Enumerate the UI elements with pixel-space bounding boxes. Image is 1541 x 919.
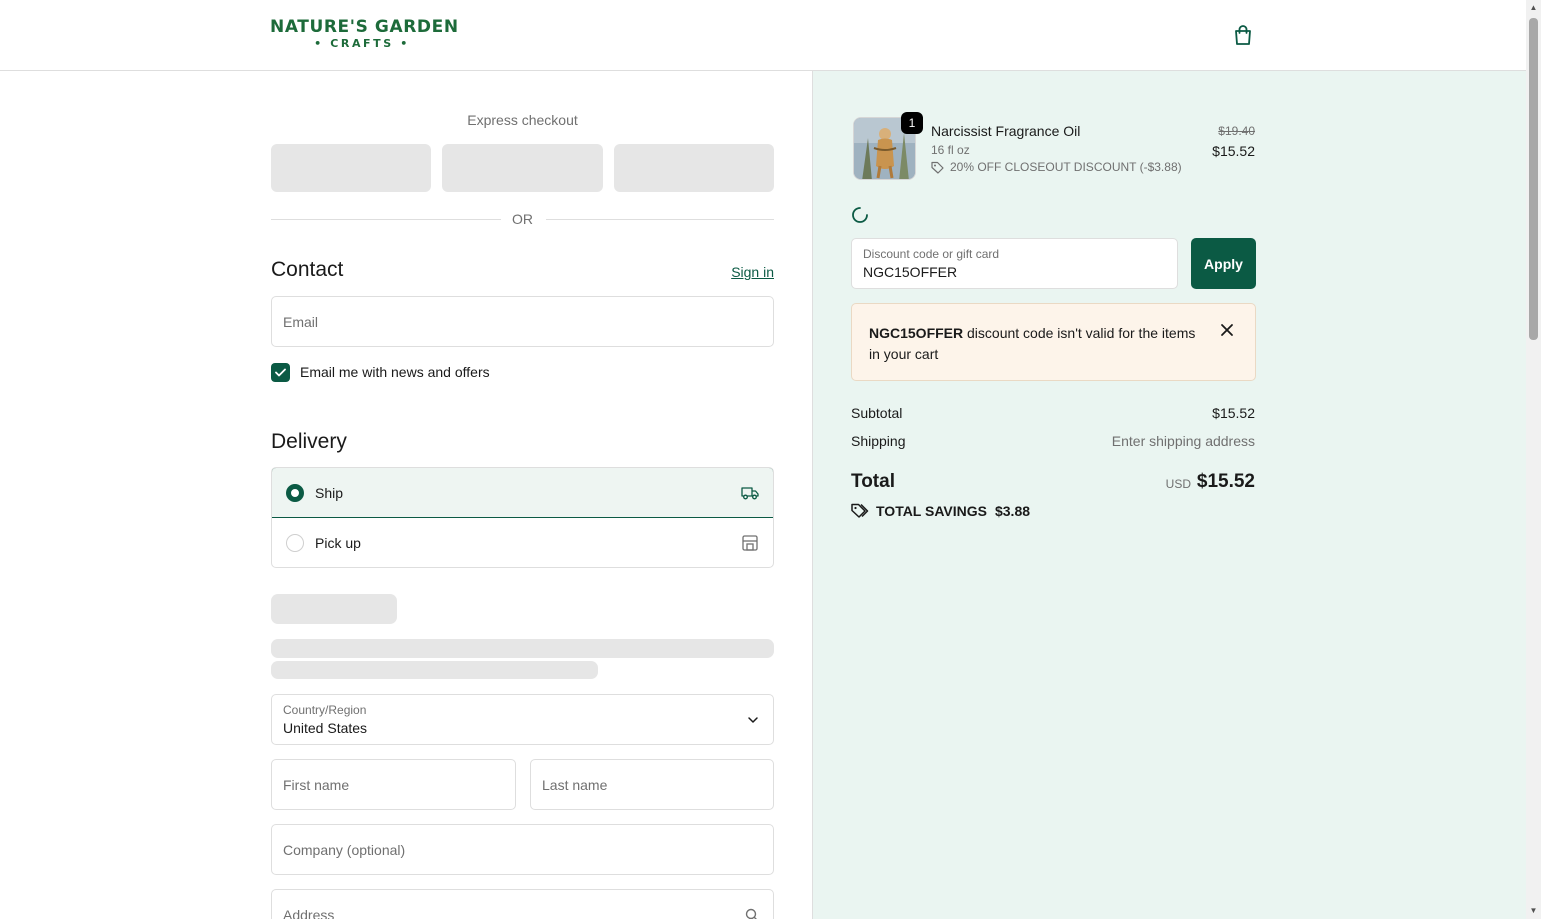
last-name-placeholder: Last name	[542, 777, 608, 793]
contact-title: Contact	[271, 258, 344, 281]
logo-bottom-text: • CRAFTS •	[314, 37, 410, 50]
first-name-field[interactable]: First name	[271, 759, 516, 810]
discount-error-alert: NGC15OFFER discount code isn't valid for…	[851, 303, 1256, 381]
alert-code: NGC15OFFER	[869, 325, 964, 341]
close-icon[interactable]	[1219, 322, 1235, 338]
scroll-down-arrow-icon[interactable]: ▼	[1529, 906, 1538, 915]
total-currency: USD	[1165, 477, 1191, 491]
loading-placeholder-2	[271, 639, 774, 658]
scrollbar-thumb[interactable]	[1529, 18, 1538, 340]
loading-placeholder-3	[271, 661, 598, 679]
email-field[interactable]: Email	[271, 296, 774, 347]
item-discount: 20% OFF CLOSEOUT DISCOUNT (-$3.88)	[931, 160, 1182, 174]
express-pay-button-3[interactable]	[614, 144, 774, 192]
loading-spinner-icon	[852, 207, 868, 223]
express-checkout-title: Express checkout	[467, 112, 578, 128]
sign-in-link[interactable]: Sign in	[700, 264, 774, 280]
express-pay-button-2[interactable]	[442, 144, 603, 192]
item-original-price: $19.40	[1218, 124, 1255, 138]
pickup-radio[interactable]	[286, 534, 304, 552]
shipping-label: Shipping	[851, 433, 906, 449]
checkmark-icon	[275, 368, 286, 376]
truck-icon	[741, 487, 759, 500]
item-name: Narcissist Fragrance Oil	[931, 123, 1081, 139]
tag-icon	[931, 161, 944, 174]
delivery-title: Delivery	[271, 430, 347, 453]
tag-icon	[851, 503, 869, 518]
express-pay-button-1[interactable]	[271, 144, 431, 192]
pickup-label: Pick up	[315, 535, 361, 551]
divider-line-right	[546, 219, 774, 220]
total-savings: TOTAL SAVINGS $3.88	[851, 503, 1030, 519]
delivery-option-pickup[interactable]: Pick up	[272, 518, 773, 567]
order-summary: 1 Narcissist Fragrance Oil 16 fl oz 20% …	[812, 71, 1526, 919]
discount-code-value: NGC15OFFER	[863, 264, 958, 280]
company-field[interactable]: Company (optional)	[271, 824, 774, 875]
savings-amount: $3.88	[994, 503, 1031, 519]
country-value: United States	[283, 720, 368, 736]
chevron-down-icon	[748, 717, 758, 723]
last-name-field[interactable]: Last name	[530, 759, 774, 810]
country-label: Country/Region	[283, 703, 367, 717]
discount-code-input[interactable]: Discount code or gift card NGC15OFFER	[851, 238, 1178, 289]
discount-code-label: Discount code or gift card	[863, 247, 1000, 261]
store-icon	[742, 535, 758, 551]
subtotal-value: $15.52	[1212, 405, 1255, 421]
country-select[interactable]: Country/Region United States	[271, 694, 774, 745]
logo[interactable]: NATURE'S GARDEN • CRAFTS •	[270, 17, 459, 51]
newsletter-option[interactable]: Email me with news and offers	[271, 362, 490, 382]
search-icon	[745, 908, 757, 919]
ship-radio[interactable]	[286, 483, 304, 502]
page-scrollbar[interactable]: ▲ ▼	[1526, 0, 1541, 919]
item-variant: 16 fl oz	[931, 143, 970, 157]
loading-placeholder-1	[271, 594, 397, 624]
shipping-value: Enter shipping address	[1111, 433, 1255, 449]
scroll-up-arrow-icon[interactable]: ▲	[1529, 3, 1538, 12]
total-label: Total	[851, 471, 895, 492]
apply-button[interactable]: Apply	[1191, 238, 1256, 289]
shopping-bag-icon	[1235, 25, 1251, 45]
checkout-form: Express checkout OR Contact Sign in Emai…	[0, 71, 812, 919]
address-field[interactable]: Address	[271, 889, 774, 919]
or-divider: OR	[271, 211, 774, 229]
alert-message: NGC15OFFER discount code isn't valid for…	[869, 323, 1199, 365]
item-discount-text: 20% OFF CLOSEOUT DISCOUNT (-$3.88)	[950, 160, 1182, 174]
total-amount: $15.52	[1196, 471, 1255, 492]
email-placeholder: Email	[283, 314, 319, 330]
first-name-placeholder: First name	[283, 777, 350, 793]
quantity-badge: 1	[901, 112, 923, 134]
cart-button[interactable]	[1230, 22, 1256, 48]
newsletter-checkbox[interactable]	[271, 362, 290, 382]
delivery-option-ship[interactable]: Ship	[272, 468, 773, 518]
ship-label: Ship	[315, 484, 344, 501]
company-placeholder: Company (optional)	[283, 842, 406, 858]
delivery-method-group: Ship Pick up	[271, 467, 774, 568]
item-price: $15.52	[1212, 143, 1255, 159]
savings-label: TOTAL SAVINGS	[876, 503, 987, 519]
header: NATURE'S GARDEN • CRAFTS •	[0, 0, 1526, 71]
newsletter-label: Email me with news and offers	[300, 364, 490, 380]
logo-top-text: NATURE'S GARDEN	[270, 17, 459, 37]
address-placeholder: Address	[283, 907, 335, 919]
subtotal-label: Subtotal	[851, 405, 903, 421]
